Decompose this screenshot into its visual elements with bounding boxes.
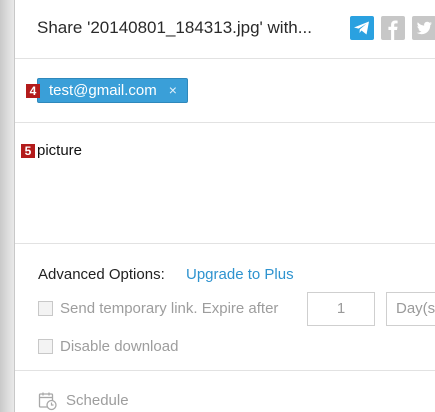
telegram-share-button[interactable] bbox=[350, 16, 374, 40]
share-dialog: Share '20140801_184313.jpg' with... test… bbox=[14, 0, 435, 412]
remove-recipient-icon[interactable]: × bbox=[169, 82, 177, 98]
expire-value-input[interactable]: 1 bbox=[307, 292, 375, 326]
facebook-icon bbox=[388, 20, 398, 40]
dialog-title: Share '20140801_184313.jpg' with... bbox=[37, 18, 312, 37]
dialog-header: Share '20140801_184313.jpg' with... bbox=[15, 0, 435, 59]
temporary-link-checkbox[interactable] bbox=[38, 301, 53, 316]
recipient-chip[interactable]: test@gmail.com × bbox=[37, 78, 188, 103]
message-text: picture bbox=[37, 142, 83, 159]
step-badge-5: 5 bbox=[21, 144, 35, 158]
upgrade-to-plus-link[interactable]: Upgrade to Plus bbox=[186, 266, 294, 283]
telegram-icon bbox=[354, 21, 369, 35]
temporary-link-label: Send temporary link. Expire after bbox=[60, 300, 279, 317]
advanced-options-section: Advanced Options: Upgrade to Plus Send t… bbox=[15, 244, 435, 371]
message-textarea[interactable]: picture 5 bbox=[15, 123, 435, 244]
advanced-options-label: Advanced Options: bbox=[38, 266, 165, 283]
recipient-email: test@gmail.com bbox=[49, 82, 157, 99]
disable-download-checkbox[interactable] bbox=[38, 339, 53, 354]
step-badge-4: 4 bbox=[26, 84, 40, 98]
schedule-option[interactable]: Schedule bbox=[15, 371, 435, 412]
schedule-label: Schedule bbox=[66, 392, 129, 409]
twitter-share-button[interactable] bbox=[412, 16, 435, 40]
expire-unit-select[interactable]: Day(s) bbox=[386, 292, 435, 326]
disable-download-label: Disable download bbox=[60, 338, 179, 355]
recipients-field[interactable]: test@gmail.com × 4 bbox=[15, 58, 435, 123]
twitter-icon bbox=[416, 21, 432, 35]
facebook-share-button[interactable] bbox=[381, 16, 405, 40]
calendar-clock-icon bbox=[38, 392, 57, 411]
background-shadow bbox=[0, 0, 14, 412]
